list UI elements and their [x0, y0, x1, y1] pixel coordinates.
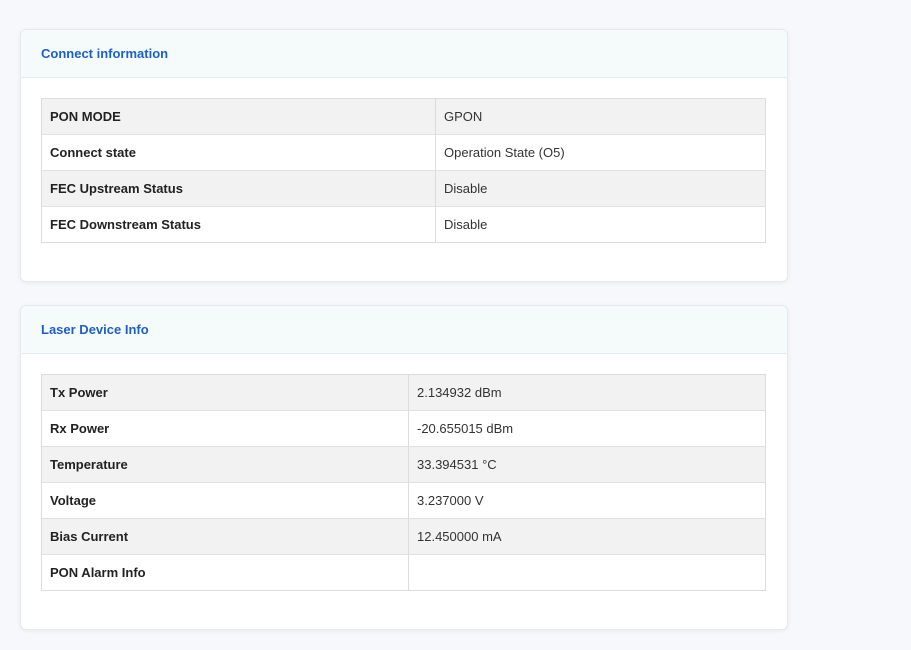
tx-power-value: 2.134932 dBm — [408, 374, 766, 411]
connect-information-header: Connect information — [21, 30, 787, 78]
temperature-label: Temperature — [41, 446, 409, 483]
fec-downstream-status-value: Disable — [444, 217, 488, 232]
laser-device-info-title: Laser Device Info — [41, 322, 149, 337]
table-row: Temperature 33.394531 °C — [41, 446, 766, 483]
connect-information-body: PON MODE GPON Connect state Operation St… — [21, 78, 787, 243]
table-row: Bias Current 12.450000 mA — [41, 518, 766, 555]
fec-upstream-status-value: Disable — [435, 170, 766, 207]
table-row: PON Alarm Info — [41, 554, 766, 591]
table-row: FEC Upstream Status Disable — [41, 170, 766, 207]
laser-device-info-table: Tx Power 2.134932 dBm Rx Power -20.65501… — [41, 374, 766, 591]
bias-current-value: 12.450000 mA — [408, 518, 766, 555]
temperature-value: 33.394531 °C — [408, 446, 766, 483]
laser-device-info-body: Tx Power 2.134932 dBm Rx Power -20.65501… — [21, 354, 787, 591]
table-row: Rx Power -20.655015 dBm — [41, 410, 766, 447]
pon-alarm-info-value — [409, 555, 766, 591]
table-row: Tx Power 2.134932 dBm — [41, 374, 766, 411]
bias-current-label: Bias Current — [41, 518, 409, 555]
voltage-label: Voltage — [41, 482, 409, 519]
connect-state-label: Connect state — [41, 134, 436, 171]
table-row: PON MODE GPON — [41, 98, 766, 135]
pon-mode-value: GPON — [435, 98, 766, 135]
voltage-value: 3.237000 V — [408, 482, 766, 519]
laser-device-info-panel: Laser Device Info Tx Power 2.134932 dBm … — [20, 305, 788, 630]
table-row: FEC Downstream Status Disable — [41, 206, 766, 243]
connect-information-panel: Connect information PON MODE GPON Connec… — [20, 29, 788, 282]
connect-state-value: Operation State (O5) — [435, 134, 766, 171]
laser-device-info-header: Laser Device Info — [21, 306, 787, 354]
pon-mode-label: PON MODE — [41, 98, 436, 135]
rx-power-value: -20.655015 dBm — [408, 410, 766, 447]
table-row: Voltage 3.237000 V — [41, 482, 766, 519]
connect-information-title: Connect information — [41, 46, 169, 61]
fec-downstream-status-label: FEC Downstream Status — [41, 206, 436, 243]
fec-upstream-status-label: FEC Upstream Status — [41, 170, 436, 207]
connect-information-table: PON MODE GPON Connect state Operation St… — [41, 98, 766, 243]
pon-alarm-info-label: PON Alarm Info — [41, 554, 409, 591]
tx-power-label: Tx Power — [41, 374, 409, 411]
table-row: Connect state Operation State (O5) — [41, 134, 766, 171]
rx-power-label: Rx Power — [41, 410, 409, 447]
